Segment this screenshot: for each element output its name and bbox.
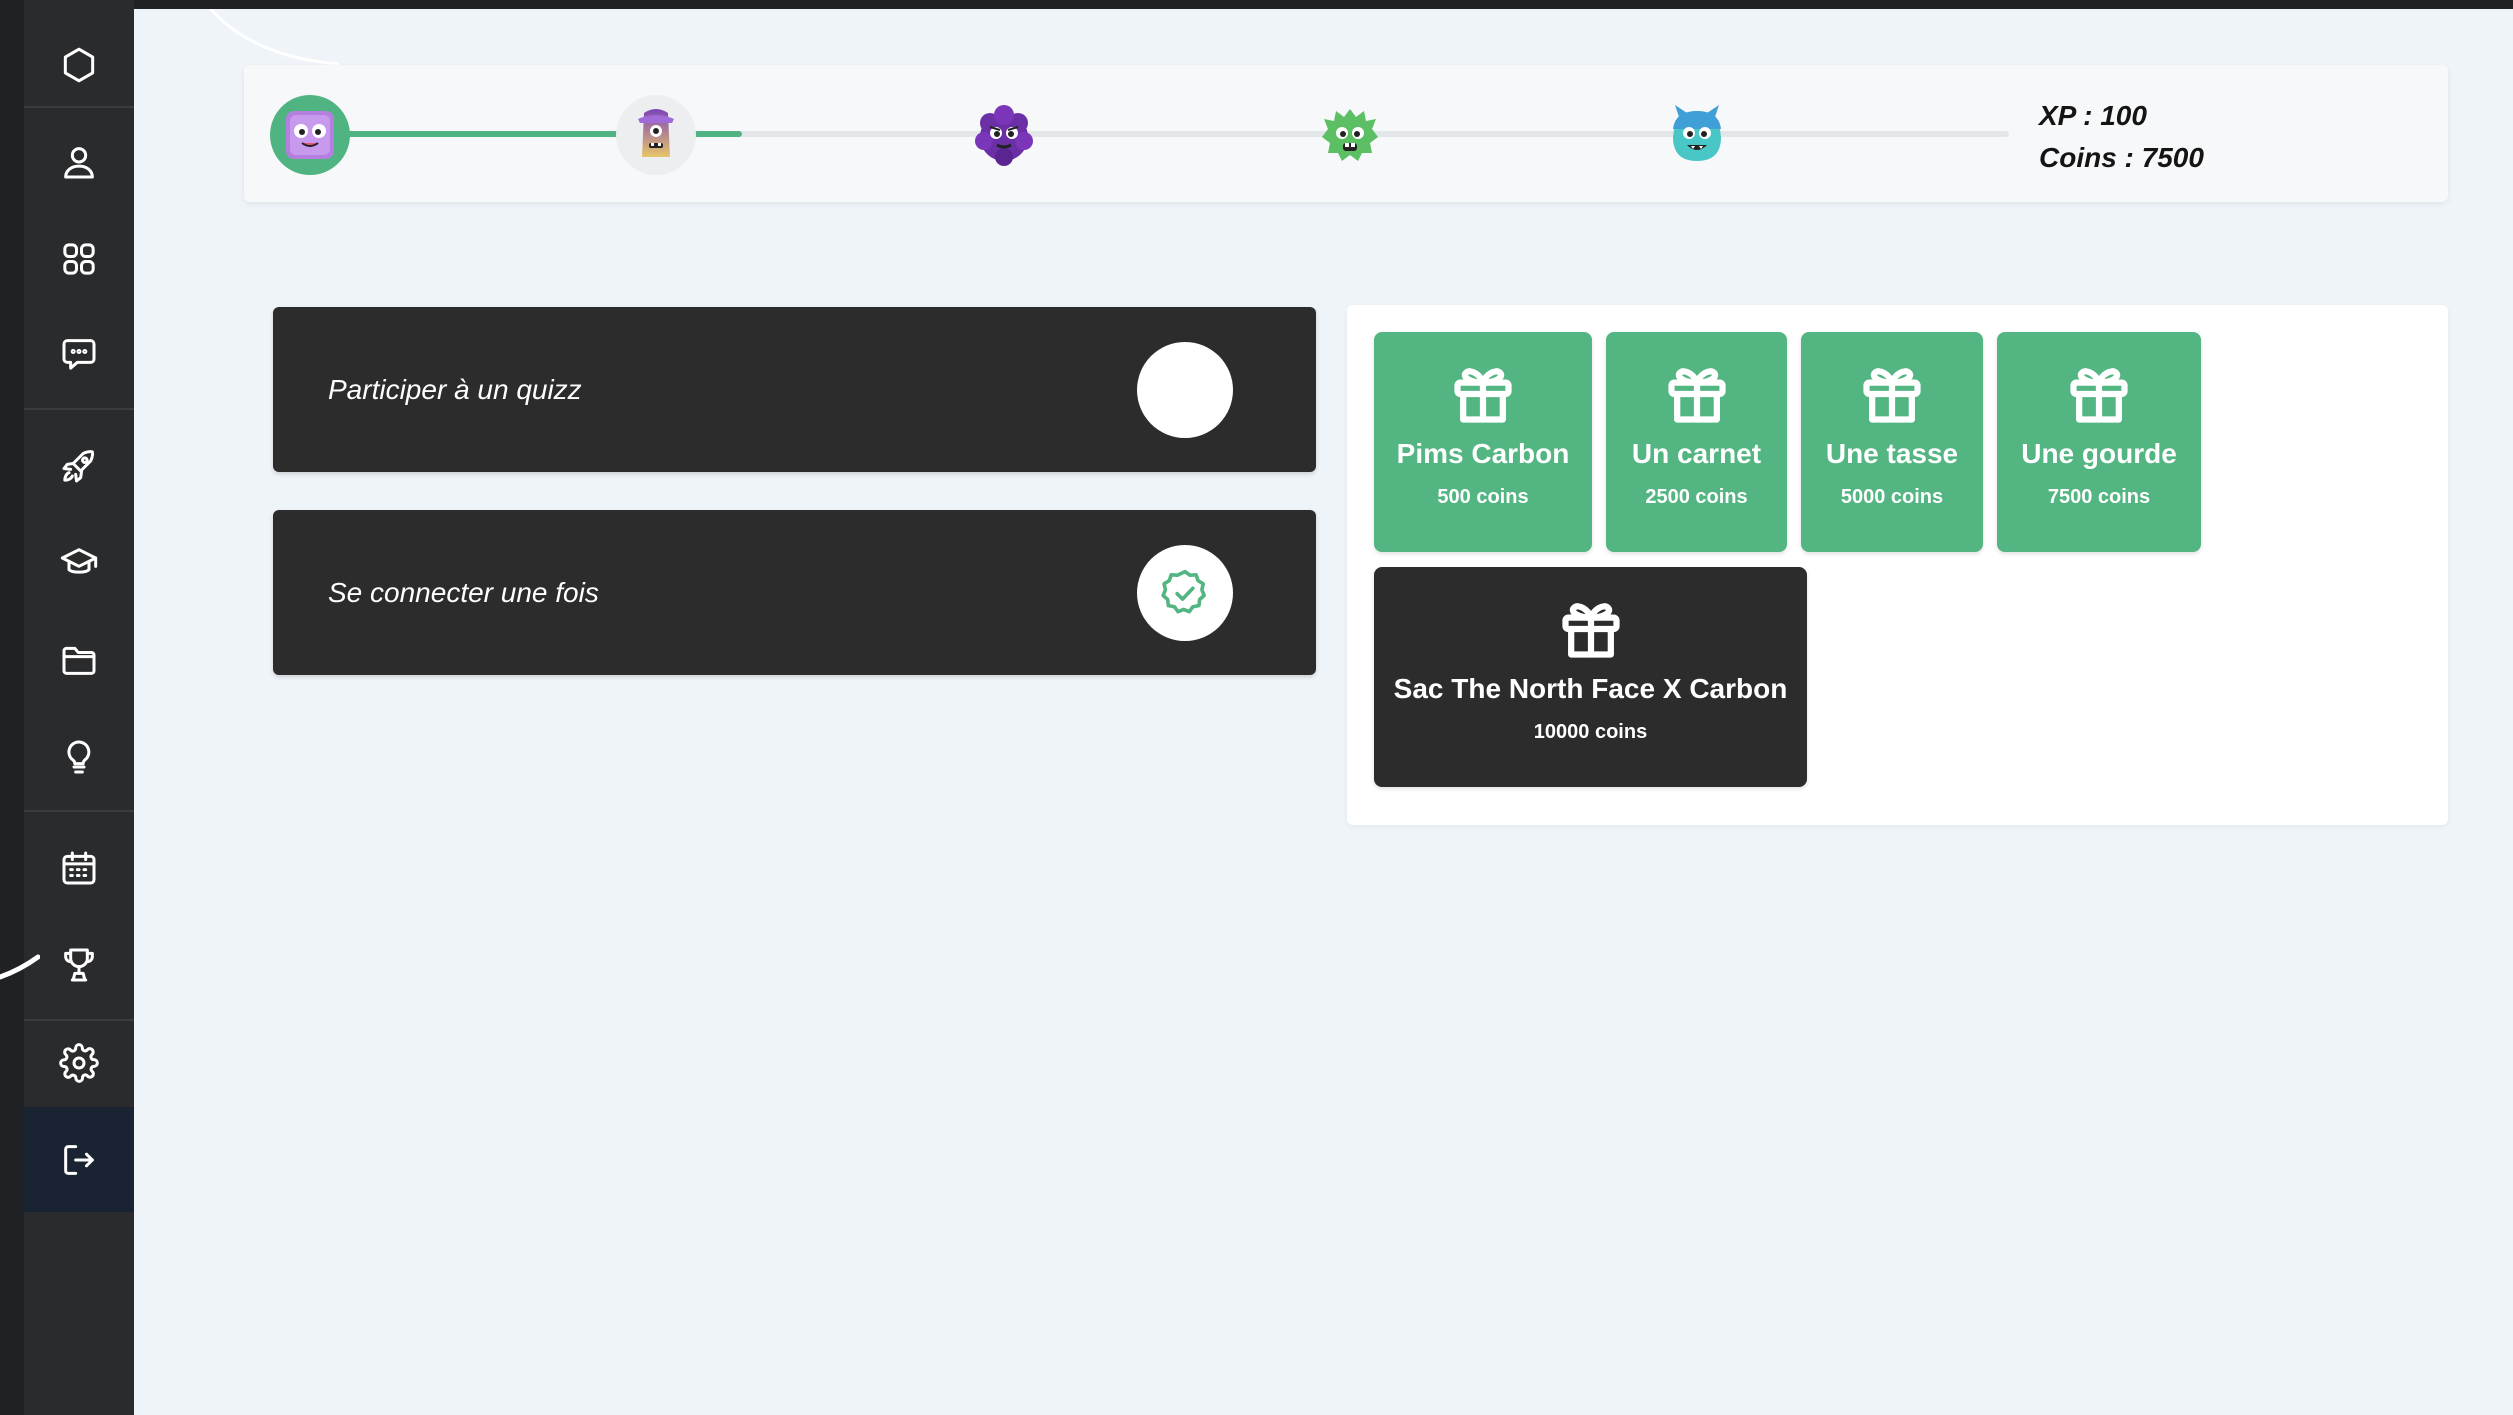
reward-name: Une tasse (1825, 438, 1959, 469)
chat-icon (62, 339, 96, 370)
sidebar-item-rewards[interactable] (24, 920, 134, 1010)
verified-check-icon (1161, 569, 1206, 614)
reward-cost: 2500 coins (1645, 486, 1748, 508)
user-stats: XP : 100 Coins : 7500 (2039, 95, 2204, 179)
xp-value: XP : 100 (2039, 100, 2147, 131)
sidebar-item-files[interactable] (24, 615, 134, 705)
apps-grid-icon (63, 243, 95, 275)
coins-value: Coins : 7500 (2039, 142, 2204, 173)
main-content: XP : 100 Coins : 7500 Participer à un qu… (134, 9, 2513, 1415)
reward-card[interactable]: Une gourde 7500 coins (1997, 332, 2201, 552)
quest-status-indicator (1137, 545, 1233, 641)
logout-icon (64, 1144, 94, 1175)
monster-avatar-icon (1673, 105, 1721, 161)
sidebar-item-profile[interactable] (24, 117, 134, 207)
sidebar-item-ideas[interactable] (24, 712, 134, 802)
level-avatar-4[interactable] (1310, 95, 1390, 175)
reward-name: Pims Carbon (1396, 438, 1570, 469)
rocket-icon (62, 450, 94, 483)
quest-status-indicator (1137, 342, 1233, 438)
hexagon-icon (63, 47, 95, 83)
gift-icon (1561, 603, 1620, 658)
sidebar-divider (24, 810, 134, 812)
decorative-curve (209, 9, 340, 66)
trophy-icon (64, 948, 94, 982)
reward-cost: 7500 coins (2047, 486, 2151, 508)
decorative-stroke (0, 954, 40, 980)
monster-avatar-icon (975, 105, 1033, 166)
reward-cost: 10000 coins (1533, 721, 1648, 743)
reward-cost: 5000 coins (1840, 486, 1944, 508)
lightbulb-icon (67, 740, 91, 774)
reward-cost: 500 coins (1437, 486, 1529, 508)
folder-icon (62, 646, 96, 675)
sidebar-item-calendar[interactable] (24, 823, 134, 913)
reward-name: Un carnet (1631, 438, 1762, 469)
graduation-cap-icon (60, 548, 98, 574)
sidebar-item-logout[interactable] (24, 1107, 134, 1212)
reward-card[interactable]: Une tasse 5000 coins (1801, 332, 1983, 552)
settings-icon (59, 1043, 99, 1083)
gift-icon (1667, 368, 1726, 423)
sidebar-item-messages[interactable] (24, 309, 134, 399)
sidebar-divider (24, 408, 134, 410)
gift-icon (1863, 368, 1921, 423)
quest-card[interactable]: Se connecter une fois (273, 510, 1316, 675)
level-avatar-1[interactable] (270, 95, 350, 175)
reward-card[interactable]: Un carnet 2500 coins (1606, 332, 1787, 552)
sidebar-item-settings[interactable] (24, 1018, 134, 1108)
monster-avatar-icon (1322, 109, 1378, 161)
sidebar-item-learning[interactable] (24, 518, 134, 608)
sidebar-item-launch[interactable] (24, 421, 134, 511)
window-top-strip (0, 0, 2513, 9)
sidebar-item-home[interactable] (24, 20, 134, 110)
monster-avatar-icon (286, 111, 334, 159)
level-avatar-3[interactable] (964, 95, 1044, 175)
level-avatar-5[interactable] (1657, 95, 1737, 175)
level-progress-card: XP : 100 Coins : 7500 (244, 65, 2448, 202)
gift-icon (2070, 368, 2128, 423)
quest-label: Se connecter une fois (328, 576, 599, 608)
gift-icon (1454, 368, 1512, 423)
quest-card[interactable]: Participer à un quizz (273, 307, 1316, 472)
reward-name: Sac The North Face X Carbon (1393, 673, 1788, 704)
reward-name: Une gourde (2021, 438, 2177, 469)
reward-card[interactable]: Sac The North Face X Carbon 10000 coins (1374, 567, 1807, 787)
user-icon (64, 147, 94, 179)
calendar-icon (62, 851, 96, 885)
level-avatar-2[interactable] (616, 95, 696, 175)
quest-label: Participer à un quizz (328, 373, 582, 405)
sidebar (24, 0, 134, 1415)
rewards-panel: Pims Carbon 500 coins Un carnet 2500 coi… (1347, 305, 2448, 825)
monster-avatar-icon (638, 109, 674, 157)
reward-card[interactable]: Pims Carbon 500 coins (1374, 332, 1592, 552)
sidebar-divider (24, 106, 134, 108)
sidebar-item-apps[interactable] (24, 214, 134, 304)
